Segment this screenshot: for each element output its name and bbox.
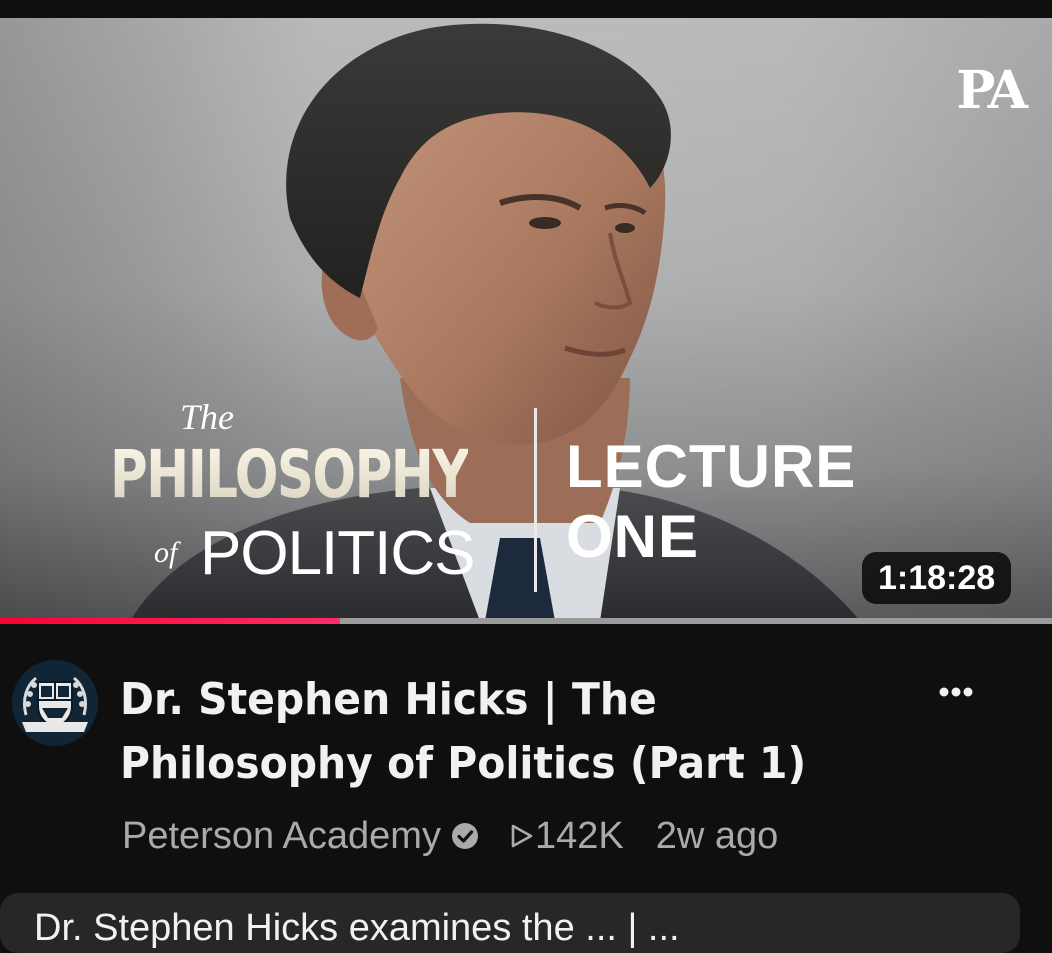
next-item-text: Dr. Stephen Hicks examines the ... | ... [34, 907, 680, 949]
more-options-button[interactable] [930, 672, 982, 712]
video-thumbnail[interactable]: PA The PHILOSOPHY of POLITICS LECTURE ON… [0, 18, 1052, 621]
thumbnail-lecture-label: LECTURE ONE [566, 432, 856, 572]
video-title[interactable]: Dr. Stephen Hicks | The Philosophy of Po… [120, 668, 855, 796]
crest-icon [12, 660, 98, 746]
channel-name[interactable]: Peterson Academy [122, 815, 441, 858]
watch-progress-bar[interactable] [0, 618, 1052, 624]
pa-logo: PA [956, 60, 1028, 121]
lecture-line-2: ONE [566, 503, 700, 570]
view-count-value: 142K [534, 814, 624, 857]
upload-age: 2w ago [655, 814, 779, 857]
thumbnail-title-politics: POLITICS [200, 519, 476, 588]
channel-avatar[interactable] [12, 660, 98, 746]
presenter-portrait [130, 23, 860, 621]
lecture-line-1: LECTURE [566, 433, 857, 500]
thumbnail-title-of: of [154, 536, 178, 569]
more-vert-icon [939, 687, 973, 697]
next-item-card[interactable]: Dr. Stephen Hicks examines the ... | ... [0, 893, 1020, 953]
video-metadata: Peterson Academy 142K 2w ago [122, 810, 778, 862]
thumbnail-title-the: The [180, 397, 234, 437]
thumbnail-divider [534, 408, 537, 592]
thumbnail-title-philosophy: PHILOSOPHY [110, 436, 470, 513]
watch-progress-fill [0, 618, 340, 624]
verified-icon [451, 822, 479, 850]
view-count: 142K [509, 815, 624, 858]
duration-badge: 1:18:28 [862, 552, 1012, 604]
play-views-icon [511, 824, 533, 848]
status-bar-area [0, 0, 1052, 18]
